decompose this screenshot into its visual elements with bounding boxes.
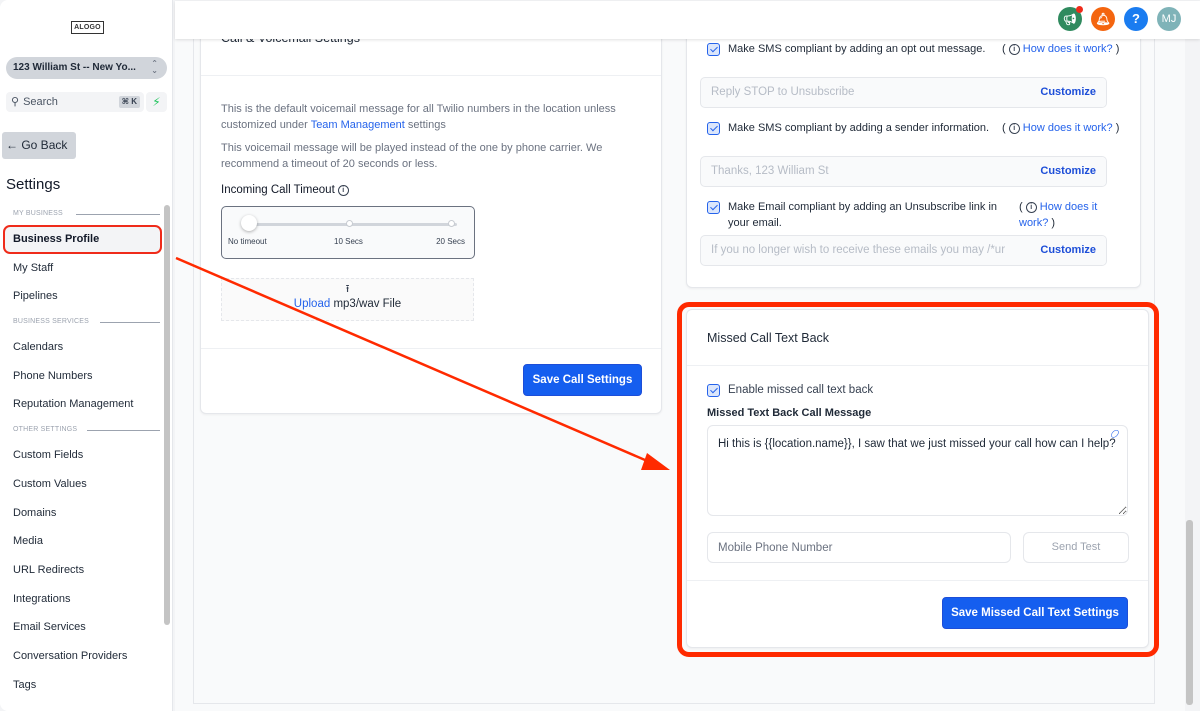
sidebar-item-email-services[interactable]: Email Services <box>0 613 162 642</box>
help-button[interactable]: ? <box>1124 7 1148 31</box>
sidebar-scrollbar[interactable] <box>164 205 170 625</box>
search-placeholder: Search <box>23 96 58 108</box>
sidebar-item-reputation-management[interactable]: Reputation Management <box>0 390 162 419</box>
label-text: Incoming Call Timeout <box>221 184 335 196</box>
input-value: Thanks, 123 William St <box>711 165 829 177</box>
sms-opt-out-message-input[interactable]: Reply STOP to Unsubscribe Customize <box>700 77 1107 108</box>
sidebar-item-custom-fields[interactable]: Custom Fields <box>0 441 162 470</box>
timeout-recommendation: This voicemail message will be played in… <box>221 142 603 170</box>
sidebar-item-conversation-providers[interactable]: Conversation Providers <box>0 642 162 671</box>
info-icon: i <box>1008 123 1020 134</box>
sidebar-item-url-redirects[interactable]: URL Redirects <box>0 556 162 585</box>
top-header: 📢︎ 🔔︎ ? MJ <box>175 1 1200 39</box>
upload-link[interactable]: Upload <box>294 298 330 310</box>
quick-actions-button[interactable]: ⚡ <box>146 92 167 112</box>
lightning-bolt-icon: ⚡ <box>152 95 161 109</box>
sidebar-item-tags[interactable]: Tags <box>0 671 162 700</box>
main-scrollbar[interactable] <box>1186 520 1193 705</box>
settings-title: Settings <box>6 176 61 193</box>
settings-nav: MY BUSINESS Business Profile My Staff Pi… <box>0 203 162 699</box>
sidebar: ALOGO 123 William St -- New Yo... ⌃ ⌄ ⚲ Se… <box>0 0 173 711</box>
team-management-link[interactable]: Team Management <box>311 119 405 131</box>
how-does-it-work-link[interactable]: How does it work? <box>1023 122 1113 134</box>
slider-thumb[interactable] <box>241 215 257 231</box>
incoming-call-timeout-label: Incoming Call Timeout i <box>221 184 349 196</box>
notification-badge <box>1076 6 1083 13</box>
search-input[interactable]: ⚲ Search ⌘ K <box>6 92 144 112</box>
compliance-card: Make SMS compliant by adding an opt out … <box>686 20 1141 288</box>
save-call-settings-button[interactable]: Save Call Settings <box>523 364 642 396</box>
voicemail-description: This is the default voicemail message fo… <box>221 101 641 133</box>
go-back-label: Go Back <box>21 138 68 152</box>
company-logo: ALOGO <box>71 21 104 34</box>
go-back-button[interactable]: ← Go Back <box>2 132 76 159</box>
upload-audio-dropzone[interactable]: ⭱ Upload mp3/wav File <box>221 278 474 321</box>
sidebar-item-phone-numbers[interactable]: Phone Numbers <box>0 362 162 391</box>
sms-opt-out-checkbox[interactable] <box>707 43 720 56</box>
slider-label-10: 10 Secs <box>334 237 363 246</box>
megaphone-icon: 📢︎ <box>1063 14 1077 26</box>
info-icon: i <box>1025 202 1037 213</box>
slider-step-20[interactable] <box>448 220 455 227</box>
input-value: Reply STOP to Unsubscribe <box>711 86 855 98</box>
customize-button[interactable]: Customize <box>1038 236 1106 265</box>
chevron-up-down-icon: ⌃ ⌄ <box>151 59 158 75</box>
divider <box>87 430 160 432</box>
sidebar-item-my-staff[interactable]: My Staff <box>0 254 162 283</box>
divider <box>100 322 160 324</box>
slider-step-10[interactable] <box>346 220 353 227</box>
divider <box>201 348 661 349</box>
upload-icon: ⭱ <box>345 283 350 295</box>
section-label: MY BUSINESS <box>13 210 63 217</box>
input-value: If you no longer wish to receive these e… <box>711 244 1006 256</box>
location-name: 123 William St -- New Yo... <box>13 62 136 73</box>
info-icon: i <box>1008 44 1020 55</box>
customize-button[interactable]: Customize <box>1038 157 1106 186</box>
nav-section-heading: MY BUSINESS <box>0 203 162 225</box>
upload-text: mp3/wav File <box>330 298 402 310</box>
sidebar-item-pipelines[interactable]: Pipelines <box>0 282 162 311</box>
sidebar-item-integrations[interactable]: Integrations <box>0 585 162 614</box>
avatar-initials: MJ <box>1161 13 1177 25</box>
call-timeout-slider[interactable]: No timeout 10 Secs 20 Secs <box>221 206 475 259</box>
call-voicemail-card: Call & Voicemail Settings This is the de… <box>200 20 662 414</box>
divider <box>76 214 160 215</box>
description-text: settings <box>404 119 446 131</box>
section-label: OTHER SETTINGS <box>13 426 78 434</box>
nav-section-heading: BUSINESS SERVICES <box>0 311 162 333</box>
info-icon[interactable]: i <box>337 185 349 196</box>
bell-icon: 🔔︎ <box>1095 12 1111 26</box>
how-does-it-work-link[interactable]: How does it work? <box>1023 43 1113 55</box>
sidebar-item-media[interactable]: Media <box>0 527 162 556</box>
search-shortcut-badge: ⌘ K <box>118 96 140 108</box>
help-group: ( i How does it work? ) <box>1002 122 1120 134</box>
location-switcher[interactable]: 123 William St -- New Yo... ⌃ ⌄ <box>6 57 167 79</box>
help-group: ( i How does it work? ) <box>1019 201 1098 229</box>
help-group: ( i How does it work? ) <box>1002 43 1120 55</box>
sidebar-item-domains[interactable]: Domains <box>0 499 162 528</box>
sms-sender-info-checkbox[interactable] <box>707 122 720 135</box>
user-avatar[interactable]: MJ <box>1157 7 1181 31</box>
notifications-button[interactable]: 🔔︎ <box>1091 7 1115 31</box>
search-icon: ⚲ <box>11 96 20 108</box>
sidebar-item-business-profile[interactable]: Business Profile <box>3 225 162 254</box>
sidebar-item-custom-values[interactable]: Custom Values <box>0 470 162 499</box>
section-label: BUSINESS SERVICES <box>13 318 90 326</box>
email-unsubscribe-input[interactable]: If you no longer wish to receive these e… <box>700 235 1107 266</box>
email-unsubscribe-checkbox[interactable] <box>707 201 720 214</box>
slider-label-no-timeout: No timeout <box>228 237 267 246</box>
sidebar-item-calendars[interactable]: Calendars <box>0 333 162 362</box>
nav-section-heading: OTHER SETTINGS <box>0 419 162 441</box>
annotation-highlight-box <box>677 302 1159 657</box>
compliance-text: Make SMS compliant by adding an opt out … <box>728 43 986 55</box>
help-icon: ? <box>1132 11 1140 26</box>
compliance-text: Make SMS compliant by adding a sender in… <box>728 122 990 134</box>
sms-sender-info-input[interactable]: Thanks, 123 William St Customize <box>700 156 1107 187</box>
arrow-left-icon: ← <box>6 138 18 152</box>
customize-button[interactable]: Customize <box>1038 78 1106 107</box>
slider-label-20: 20 Secs <box>436 237 465 246</box>
compliance-text: Make Email compliant by adding an Unsubs… <box>728 201 998 229</box>
announcement-button[interactable]: 📢︎ <box>1058 6 1083 31</box>
